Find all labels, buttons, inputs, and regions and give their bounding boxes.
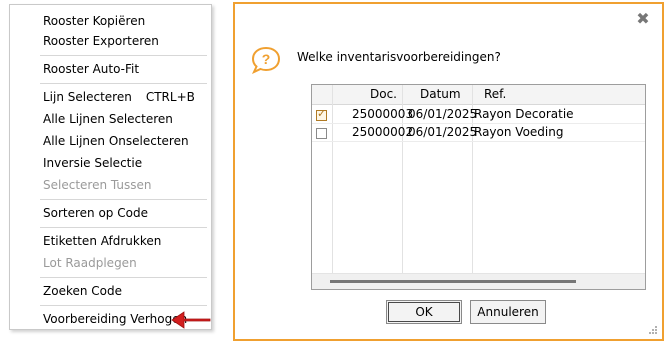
red-arrow-icon (171, 311, 211, 329)
menu-item-alle-lijnen-selecteren[interactable]: Alle Lijnen Selecteren (43, 109, 173, 129)
cell-doc: 25000003 (352, 107, 414, 121)
question-bubble-icon: ? (251, 46, 281, 74)
menu-item-rooster-exporteren[interactable]: Rooster Exporteren (43, 31, 159, 51)
menu-item-label: Voorbereiding Verhogen (43, 312, 188, 326)
column-divider (332, 85, 333, 275)
column-header-datum[interactable]: Datum (420, 85, 461, 104)
horizontal-scrollbar[interactable] (312, 273, 645, 289)
menu-separator (40, 227, 207, 228)
cell-doc: 25000002 (352, 125, 414, 139)
menu-item-label: Sorteren op Code (43, 206, 148, 220)
menu-item-sorteren-op-code[interactable]: Sorteren op Code (43, 203, 148, 223)
menu-item-label: Inversie Selectie (43, 156, 143, 170)
context-menu: Rooster Kopiëren Rooster Exporteren Roos… (9, 4, 212, 330)
svg-text:?: ? (262, 51, 271, 67)
cell-datum: 06/01/2025 (408, 125, 478, 139)
preparations-grid[interactable]: Doc. Datum Ref. 25000003 06/01/2025 Rayo… (311, 84, 646, 290)
column-header-doc[interactable]: Doc. (370, 85, 397, 104)
menu-item-label: Selecteren Tussen (43, 178, 152, 192)
scrollbar-thumb[interactable] (330, 280, 576, 283)
column-header-ref[interactable]: Ref. (484, 85, 506, 104)
ok-button[interactable]: OK (386, 300, 462, 324)
menu-item-selecteren-tussen: Selecteren Tussen (43, 175, 151, 195)
cell-datum: 06/01/2025 (408, 107, 478, 121)
menu-separator (40, 55, 207, 56)
inventory-preparation-dialog: ✖ ? Welke inventarisvoorbereidingen? Doc… (233, 2, 664, 341)
menu-item-zoeken-code[interactable]: Zoeken Code (43, 281, 122, 301)
menu-item-lijn-selecteren[interactable]: Lijn Selecteren CTRL+B (43, 87, 195, 107)
menu-item-etiketten-afdrukken[interactable]: Etiketten Afdrukken (43, 231, 161, 251)
menu-item-shortcut: CTRL+B (145, 90, 195, 104)
menu-item-label: Etiketten Afdrukken (43, 234, 162, 248)
row-divider (312, 141, 645, 142)
cell-ref: Rayon Voeding (474, 125, 564, 139)
menu-item-rooster-kopieren[interactable]: Rooster Kopiëren (43, 11, 145, 31)
menu-separator (40, 83, 207, 84)
close-icon[interactable]: ✖ (636, 11, 650, 27)
menu-item-inversie-selectie[interactable]: Inversie Selectie (43, 153, 142, 173)
row-checkbox[interactable] (316, 107, 327, 121)
menu-item-rooster-auto-fit[interactable]: Rooster Auto-Fit (43, 59, 139, 79)
menu-item-alle-lijnen-onselecteren[interactable]: Alle Lijnen Onselecteren (43, 131, 189, 151)
menu-separator (40, 199, 207, 200)
menu-item-label: Lijn Selecteren (43, 90, 132, 104)
dialog-question: Welke inventarisvoorbereidingen? (297, 50, 501, 64)
cell-ref: Rayon Decoratie (474, 107, 574, 121)
menu-item-label: Rooster Kopiëren (43, 14, 146, 28)
menu-item-label: Zoeken Code (43, 284, 122, 298)
menu-item-label: Rooster Exporteren (43, 34, 159, 48)
menu-item-label: Rooster Auto-Fit (43, 62, 140, 76)
menu-item-label: Alle Lijnen Onselecteren (43, 134, 189, 148)
menu-item-label: Alle Lijnen Selecteren (43, 112, 173, 126)
cancel-button[interactable]: Annuleren (470, 300, 546, 324)
menu-item-label: Lot Raadplegen (43, 256, 137, 270)
row-checkbox[interactable] (316, 128, 327, 139)
menu-item-voorbereiding-verhogen[interactable]: Voorbereiding Verhogen (43, 309, 187, 329)
resize-grip-icon[interactable] (648, 325, 658, 335)
grid-header: Doc. Datum Ref. (312, 85, 645, 105)
menu-item-lot-raadplegen: Lot Raadplegen (43, 253, 137, 273)
menu-separator (40, 277, 207, 278)
